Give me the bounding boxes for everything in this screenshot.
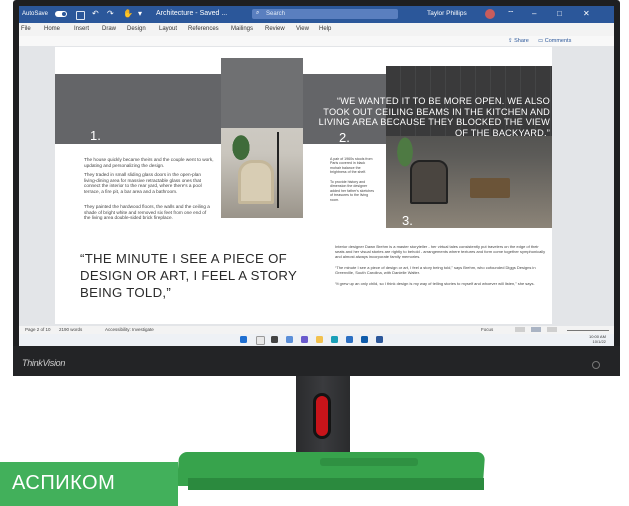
clock-date: 10/1/22 — [592, 339, 606, 344]
page-count[interactable]: Page 2 of 10 — [25, 327, 51, 332]
widgets-icon[interactable] — [286, 336, 293, 343]
lamp-image — [277, 132, 279, 208]
tab-view[interactable]: View — [296, 26, 309, 32]
monitor-base-slot — [320, 458, 418, 466]
pull-quote-top: “WE WANTED IT TO BE MORE OPEN. WE ALSO T… — [318, 96, 550, 138]
web-layout-icon[interactable] — [547, 327, 557, 332]
wifi-icon: ⌔ — [507, 9, 515, 18]
photo-living-wall — [221, 58, 303, 128]
maximize-icon[interactable]: □ — [557, 9, 562, 18]
tab-insert[interactable]: Insert — [74, 26, 89, 32]
task-view-icon[interactable] — [271, 336, 278, 343]
tab-draw[interactable]: Draw — [102, 26, 116, 32]
col3-paragraph-2: “The minute I see a piece of design or a… — [335, 265, 536, 275]
power-led-icon — [592, 361, 600, 369]
print-layout-icon[interactable] — [531, 327, 541, 332]
redo-icon[interactable]: ↷ — [107, 9, 114, 18]
col1-paragraph-3: They painted the hardwood floors, the wa… — [84, 204, 210, 221]
accessibility-status[interactable]: Accessibility: Investigate — [105, 327, 154, 332]
ribbon-tabs: File Home Insert Draw Design Layout Refe… — [19, 23, 614, 36]
comments-label: Comments — [544, 38, 572, 44]
tab-home[interactable]: Home — [44, 26, 60, 32]
undo-icon[interactable]: ↶ — [92, 9, 99, 18]
autosave-label: AutoSave — [22, 11, 49, 17]
save-icon[interactable] — [76, 11, 85, 20]
doc-title[interactable]: Architecture - Saved ... — [156, 10, 227, 17]
comments-button[interactable]: ▭ Comments — [538, 38, 571, 44]
share-button[interactable]: ⇪ Share — [508, 38, 529, 44]
chair-image — [238, 160, 274, 204]
share-label: Share — [514, 38, 529, 44]
search-placeholder: Search — [266, 11, 286, 17]
monitor-base-front — [188, 478, 484, 490]
edge-icon[interactable] — [331, 336, 338, 343]
close-icon[interactable]: ✕ — [583, 9, 590, 18]
tab-file[interactable]: File — [21, 26, 31, 32]
tab-mailings[interactable]: Mailings — [231, 26, 253, 32]
tab-help[interactable]: Help — [319, 26, 331, 32]
monitor-brand-logo: ThinkVision — [22, 358, 66, 368]
tab-references[interactable]: References — [188, 26, 219, 32]
section-number-1: 1. — [90, 128, 101, 143]
word-icon[interactable] — [376, 336, 383, 343]
taskbar-clock[interactable]: 10:00 AM 10/1/22 — [589, 334, 606, 344]
col2-paragraph-2: To provide history and dimension the des… — [330, 180, 375, 202]
col2-paragraph-1: A pair of 1960s stools from Paris covere… — [330, 157, 373, 175]
monitor-chin — [13, 346, 620, 376]
minimize-icon[interactable]: – — [532, 9, 536, 18]
word-count[interactable]: 2190 words — [59, 327, 82, 332]
customize-chevron-icon[interactable]: ▾ — [138, 9, 142, 18]
col3-paragraph-1: Interior designer Dawn Brehm is a master… — [335, 244, 546, 259]
store-icon[interactable] — [346, 336, 353, 343]
zoom-slider[interactable] — [567, 330, 609, 331]
tab-design[interactable]: Design — [127, 26, 146, 32]
comments-icon: ▭ — [538, 38, 545, 44]
user-name[interactable]: Taylor Phillips — [427, 10, 467, 17]
table-image — [470, 178, 510, 198]
windows-start-icon[interactable] — [240, 336, 247, 343]
col3-paragraph-3: “It grew up an only child, so I think de… — [335, 281, 535, 286]
autosave-toggle[interactable] — [55, 11, 67, 17]
focus-button[interactable]: Focus — [481, 327, 493, 332]
file-explorer-icon[interactable] — [316, 336, 323, 343]
taskbar-search-icon[interactable] — [256, 336, 265, 345]
brand-banner-text: АСПИКОМ — [12, 472, 116, 494]
tab-review[interactable]: Review — [265, 26, 285, 32]
teams-icon[interactable] — [301, 336, 308, 343]
plant-image — [226, 126, 256, 162]
outlook-icon[interactable] — [361, 336, 368, 343]
touch-mode-icon[interactable]: ✋ — [123, 9, 133, 18]
search-icon: ⌕ — [256, 10, 260, 16]
word-title-bar: AutoSave ↶ ↷ ✋ ▾ Architecture - Saved ..… — [19, 6, 614, 23]
tab-layout[interactable]: Layout — [159, 26, 177, 32]
search-box[interactable]: ⌕ Search — [252, 9, 398, 19]
read-mode-icon[interactable] — [515, 327, 525, 332]
pull-quote-big: “THE MINUTE I SEE A PIECE OF DESIGN OR A… — [80, 251, 297, 300]
col1-paragraph-2: They traded in small sliding glass doors… — [84, 172, 202, 195]
section-number-3: 3. — [402, 213, 413, 228]
cable-management-slot — [313, 393, 331, 439]
status-bar: Page 2 of 10 2190 words Accessibility: I… — [19, 326, 614, 334]
rocking-chair-image — [410, 160, 448, 204]
col1-paragraph-1: The house quickly became theirs and the … — [84, 157, 214, 168]
avatar[interactable] — [485, 9, 495, 19]
section-block-1 — [55, 74, 221, 144]
